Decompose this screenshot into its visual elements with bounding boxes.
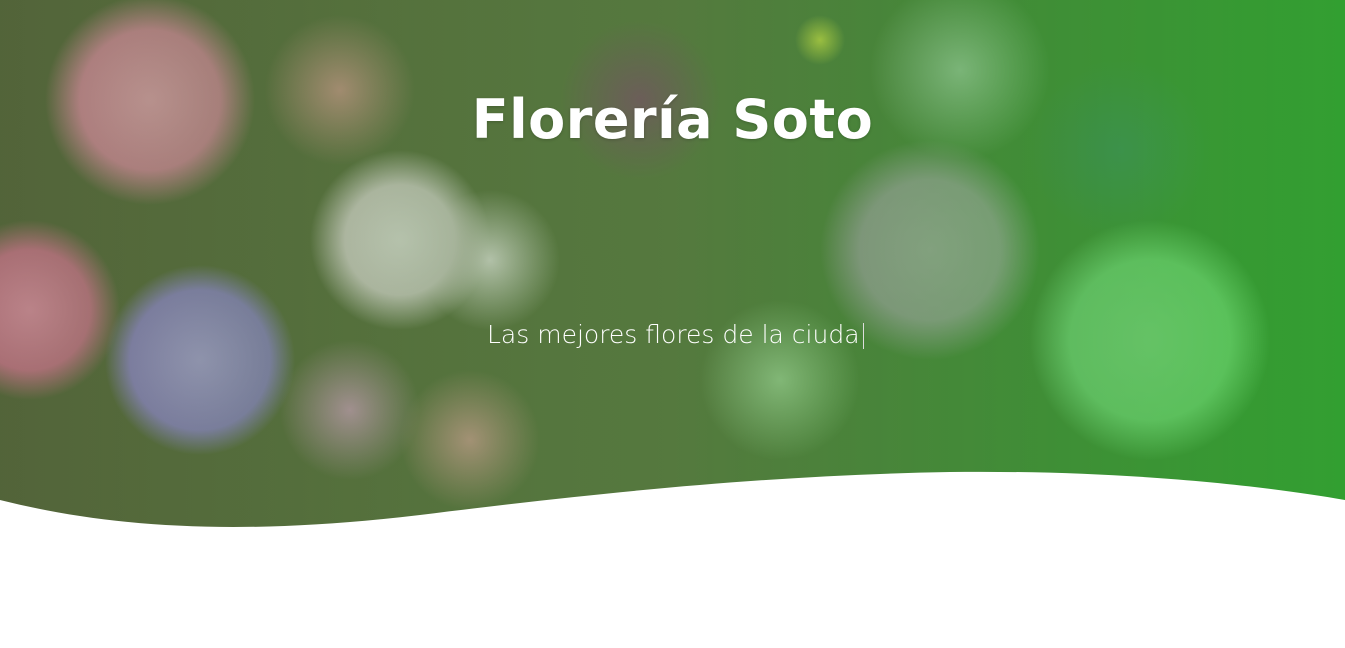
wave-divider bbox=[0, 471, 1345, 648]
